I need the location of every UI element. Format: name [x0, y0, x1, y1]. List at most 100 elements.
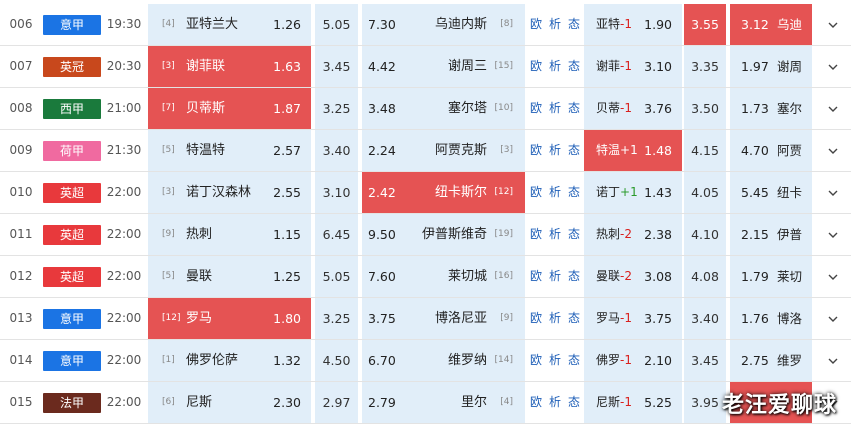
- handicap-draw-odds[interactable]: 4.10: [684, 214, 726, 255]
- handicap-away-cell[interactable]: 1.76 博洛: [730, 298, 812, 339]
- analysis-link[interactable]: 析: [549, 101, 561, 115]
- away-win-odds-cell[interactable]: 4.42 谢周三 [15]: [362, 46, 525, 87]
- league-badge[interactable]: 意甲: [43, 309, 101, 329]
- handicap-draw-odds[interactable]: 3.50: [684, 88, 726, 129]
- odds-link[interactable]: 欧: [530, 227, 542, 241]
- handicap-draw-odds[interactable]: 3.45: [684, 340, 726, 381]
- league-badge[interactable]: 英冠: [43, 57, 101, 77]
- analysis-link[interactable]: 析: [549, 227, 561, 241]
- away-win-odds-cell[interactable]: 7.30 乌迪内斯 [8]: [362, 4, 525, 45]
- home-win-odds-cell[interactable]: [5] 特温特 2.57: [148, 130, 311, 171]
- odds-link[interactable]: 欧: [530, 395, 542, 409]
- handicap-away-cell[interactable]: 5.45 纽卡: [730, 172, 812, 213]
- draw-odds[interactable]: 5.05: [315, 4, 358, 45]
- analysis-link[interactable]: 析: [549, 143, 561, 157]
- away-win-odds-cell[interactable]: 2.42 纽卡斯尔 [12]: [362, 172, 525, 213]
- odds-link[interactable]: 欧: [530, 143, 542, 157]
- draw-odds[interactable]: 4.50: [315, 340, 358, 381]
- analysis-link[interactable]: 析: [549, 17, 561, 31]
- handicap-away-cell[interactable]: 2.15 伊普: [730, 214, 812, 255]
- league-badge[interactable]: 英超: [43, 267, 101, 287]
- away-win-odds-cell[interactable]: 3.48 塞尔塔 [10]: [362, 88, 525, 129]
- odds-link[interactable]: 欧: [530, 353, 542, 367]
- trend-link[interactable]: 态: [568, 101, 580, 115]
- league-badge[interactable]: 英超: [43, 225, 101, 245]
- handicap-away-cell[interactable]: 4.70 阿贾: [730, 130, 812, 171]
- draw-odds[interactable]: 6.45: [315, 214, 358, 255]
- league-badge[interactable]: 意甲: [43, 351, 101, 371]
- handicap-home-cell[interactable]: 谢菲-1 3.10: [584, 46, 682, 87]
- analysis-link[interactable]: 析: [549, 269, 561, 283]
- odds-link[interactable]: 欧: [530, 185, 542, 199]
- league-badge[interactable]: 西甲: [43, 99, 101, 119]
- home-win-odds-cell[interactable]: [9] 热刺 1.15: [148, 214, 311, 255]
- away-win-odds-cell[interactable]: 2.79 里尔 [4]: [362, 382, 525, 423]
- home-win-odds-cell[interactable]: [1] 佛罗伦萨 1.32: [148, 340, 311, 381]
- chevron-down-icon[interactable]: [815, 46, 851, 87]
- draw-odds[interactable]: 3.25: [315, 88, 358, 129]
- away-win-odds-cell[interactable]: 3.75 博洛尼亚 [9]: [362, 298, 525, 339]
- handicap-away-cell[interactable]: 3.12 乌迪: [730, 4, 812, 45]
- chevron-down-icon[interactable]: [815, 340, 851, 381]
- trend-link[interactable]: 态: [568, 17, 580, 31]
- handicap-draw-odds[interactable]: 3.55: [684, 4, 726, 45]
- league-badge[interactable]: 意甲: [43, 15, 101, 35]
- chevron-down-icon[interactable]: [815, 298, 851, 339]
- handicap-draw-odds[interactable]: 3.95: [684, 382, 726, 423]
- analysis-link[interactable]: 析: [549, 185, 561, 199]
- odds-link[interactable]: 欧: [530, 101, 542, 115]
- home-win-odds-cell[interactable]: [4] 亚特兰大 1.26: [148, 4, 311, 45]
- analysis-link[interactable]: 析: [549, 59, 561, 73]
- handicap-away-cell[interactable]: 1.73 塞尔: [730, 88, 812, 129]
- odds-link[interactable]: 欧: [530, 17, 542, 31]
- handicap-home-cell[interactable]: 特温+1 1.48: [584, 130, 682, 171]
- home-win-odds-cell[interactable]: [6] 尼斯 2.30: [148, 382, 311, 423]
- trend-link[interactable]: 态: [568, 185, 580, 199]
- draw-odds[interactable]: 3.10: [315, 172, 358, 213]
- handicap-draw-odds[interactable]: 3.35: [684, 46, 726, 87]
- league-badge[interactable]: 英超: [43, 183, 101, 203]
- chevron-down-icon[interactable]: [815, 4, 851, 45]
- trend-link[interactable]: 态: [568, 311, 580, 325]
- odds-link[interactable]: 欧: [530, 269, 542, 283]
- trend-link[interactable]: 态: [568, 59, 580, 73]
- draw-odds[interactable]: 5.05: [315, 256, 358, 297]
- league-badge[interactable]: 法甲: [43, 393, 101, 413]
- trend-link[interactable]: 态: [568, 395, 580, 409]
- chevron-down-icon[interactable]: [815, 256, 851, 297]
- trend-link[interactable]: 态: [568, 353, 580, 367]
- handicap-home-cell[interactable]: 贝蒂-1 3.76: [584, 88, 682, 129]
- chevron-down-icon[interactable]: [815, 88, 851, 129]
- home-win-odds-cell[interactable]: [3] 谢菲联 1.63: [148, 46, 311, 87]
- away-win-odds-cell[interactable]: 2.24 阿贾克斯 [3]: [362, 130, 525, 171]
- away-win-odds-cell[interactable]: 6.70 维罗纳 [14]: [362, 340, 525, 381]
- handicap-away-cell[interactable]: 1.79 莱切: [730, 256, 812, 297]
- away-win-odds-cell[interactable]: 7.60 莱切城 [16]: [362, 256, 525, 297]
- handicap-away-cell[interactable]: 1.97 谢周: [730, 46, 812, 87]
- trend-link[interactable]: 态: [568, 143, 580, 157]
- home-win-odds-cell[interactable]: [7] 贝蒂斯 1.87: [148, 88, 311, 129]
- handicap-home-cell[interactable]: 曼联-2 3.08: [584, 256, 682, 297]
- home-win-odds-cell[interactable]: [12] 罗马 1.80: [148, 298, 311, 339]
- handicap-away-cell[interactable]: 2.75 维罗: [730, 340, 812, 381]
- home-win-odds-cell[interactable]: [3] 诺丁汉森林 2.55: [148, 172, 311, 213]
- chevron-down-icon[interactable]: [815, 214, 851, 255]
- draw-odds[interactable]: 3.45: [315, 46, 358, 87]
- trend-link[interactable]: 态: [568, 269, 580, 283]
- handicap-home-cell[interactable]: 佛罗-1 2.10: [584, 340, 682, 381]
- home-win-odds-cell[interactable]: [5] 曼联 1.25: [148, 256, 311, 297]
- draw-odds[interactable]: 3.25: [315, 298, 358, 339]
- handicap-draw-odds[interactable]: 4.08: [684, 256, 726, 297]
- trend-link[interactable]: 态: [568, 227, 580, 241]
- league-badge[interactable]: 荷甲: [43, 141, 101, 161]
- odds-link[interactable]: 欧: [530, 311, 542, 325]
- chevron-down-icon[interactable]: [815, 130, 851, 171]
- handicap-draw-odds[interactable]: 4.05: [684, 172, 726, 213]
- odds-link[interactable]: 欧: [530, 59, 542, 73]
- handicap-home-cell[interactable]: 罗马-1 3.75: [584, 298, 682, 339]
- handicap-draw-odds[interactable]: 3.40: [684, 298, 726, 339]
- handicap-home-cell[interactable]: 尼斯-1 5.25: [584, 382, 682, 423]
- draw-odds[interactable]: 2.97: [315, 382, 358, 423]
- analysis-link[interactable]: 析: [549, 311, 561, 325]
- handicap-home-cell[interactable]: 诺丁+1 1.43: [584, 172, 682, 213]
